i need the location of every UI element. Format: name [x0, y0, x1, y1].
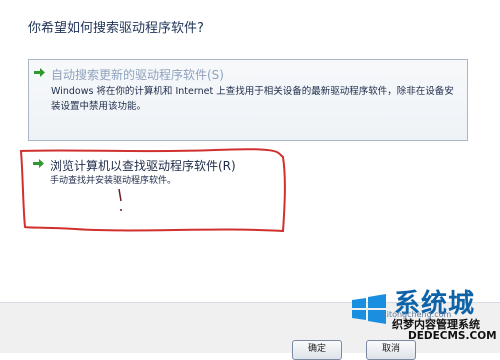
browse-computer-description: 手动查找并安装驱动程序软件。: [50, 176, 177, 186]
watermark: 系统城 xitongcheng.com 织梦内容管理系统 DEDECMS.COM: [346, 283, 500, 352]
green-arrow-icon: [34, 68, 45, 77]
auto-search-description: Windows 将在你的计算机和 Internet 上查找用于相关设备的最新驱动…: [51, 86, 454, 112]
windows-logo-icon: [352, 294, 386, 324]
browse-computer-option[interactable]: 浏览计算机以查找驱动程序软件(R) 手动查找并安装驱动程序软件。: [28, 151, 468, 211]
auto-search-title: 自动搜索更新的驱动程序软件(S): [51, 68, 224, 82]
ok-button[interactable]: 确定: [292, 340, 342, 360]
question-heading: 你希望如何搜索驱动程序软件?: [28, 21, 204, 36]
green-arrow-icon: [33, 159, 44, 168]
browse-computer-title: 浏览计算机以查找驱动程序软件(R): [50, 159, 236, 173]
auto-search-option[interactable]: 自动搜索更新的驱动程序软件(S) Windows 将在你的计算机和 Intern…: [28, 59, 468, 141]
watermark-domain: DEDECMS.COM: [408, 330, 497, 342]
right-edge-strip: [484, 0, 500, 302]
